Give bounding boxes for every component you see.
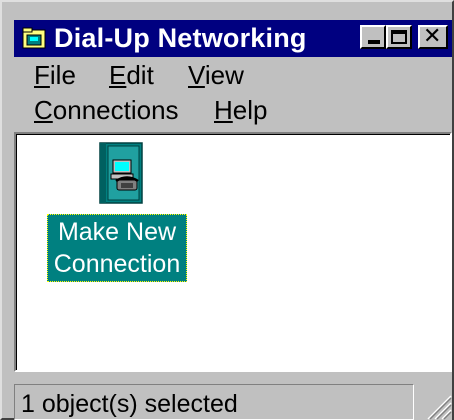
make-new-connection-label[interactable]: Make New Connection <box>47 214 187 282</box>
make-new-connection-icon <box>99 142 143 204</box>
menu-bar: File Edit View Connections Help <box>14 60 452 130</box>
menu-edit[interactable]: Edit <box>109 60 154 90</box>
status-pane: 1 object(s) selected <box>14 384 414 420</box>
file-view[interactable]: Make New Connection <box>14 132 452 372</box>
dialup-folder-icon <box>22 27 46 49</box>
resize-grip-icon[interactable] <box>422 390 452 420</box>
maximize-icon <box>391 30 407 44</box>
menu-view[interactable]: View <box>188 60 244 90</box>
make-new-connection-item[interactable]: Make New Connection <box>47 142 187 282</box>
title-bar[interactable]: Dial-Up Networking ✕ <box>14 20 452 57</box>
dialup-networking-window: Dial-Up Networking ✕ File Edit View Conn… <box>0 0 454 420</box>
menu-file[interactable]: File <box>34 60 76 90</box>
menu-connections[interactable]: Connections <box>34 95 179 125</box>
maximize-button[interactable] <box>386 25 412 49</box>
minimize-button[interactable] <box>360 25 386 49</box>
status-bar: 1 object(s) selected <box>14 382 452 420</box>
close-button[interactable]: ✕ <box>418 25 448 49</box>
window-title: Dial-Up Networking <box>54 23 307 53</box>
menu-help[interactable]: Help <box>214 95 267 125</box>
minimize-icon <box>368 40 380 44</box>
close-icon: ✕ <box>423 24 442 49</box>
status-text: 1 object(s) selected <box>21 390 238 418</box>
